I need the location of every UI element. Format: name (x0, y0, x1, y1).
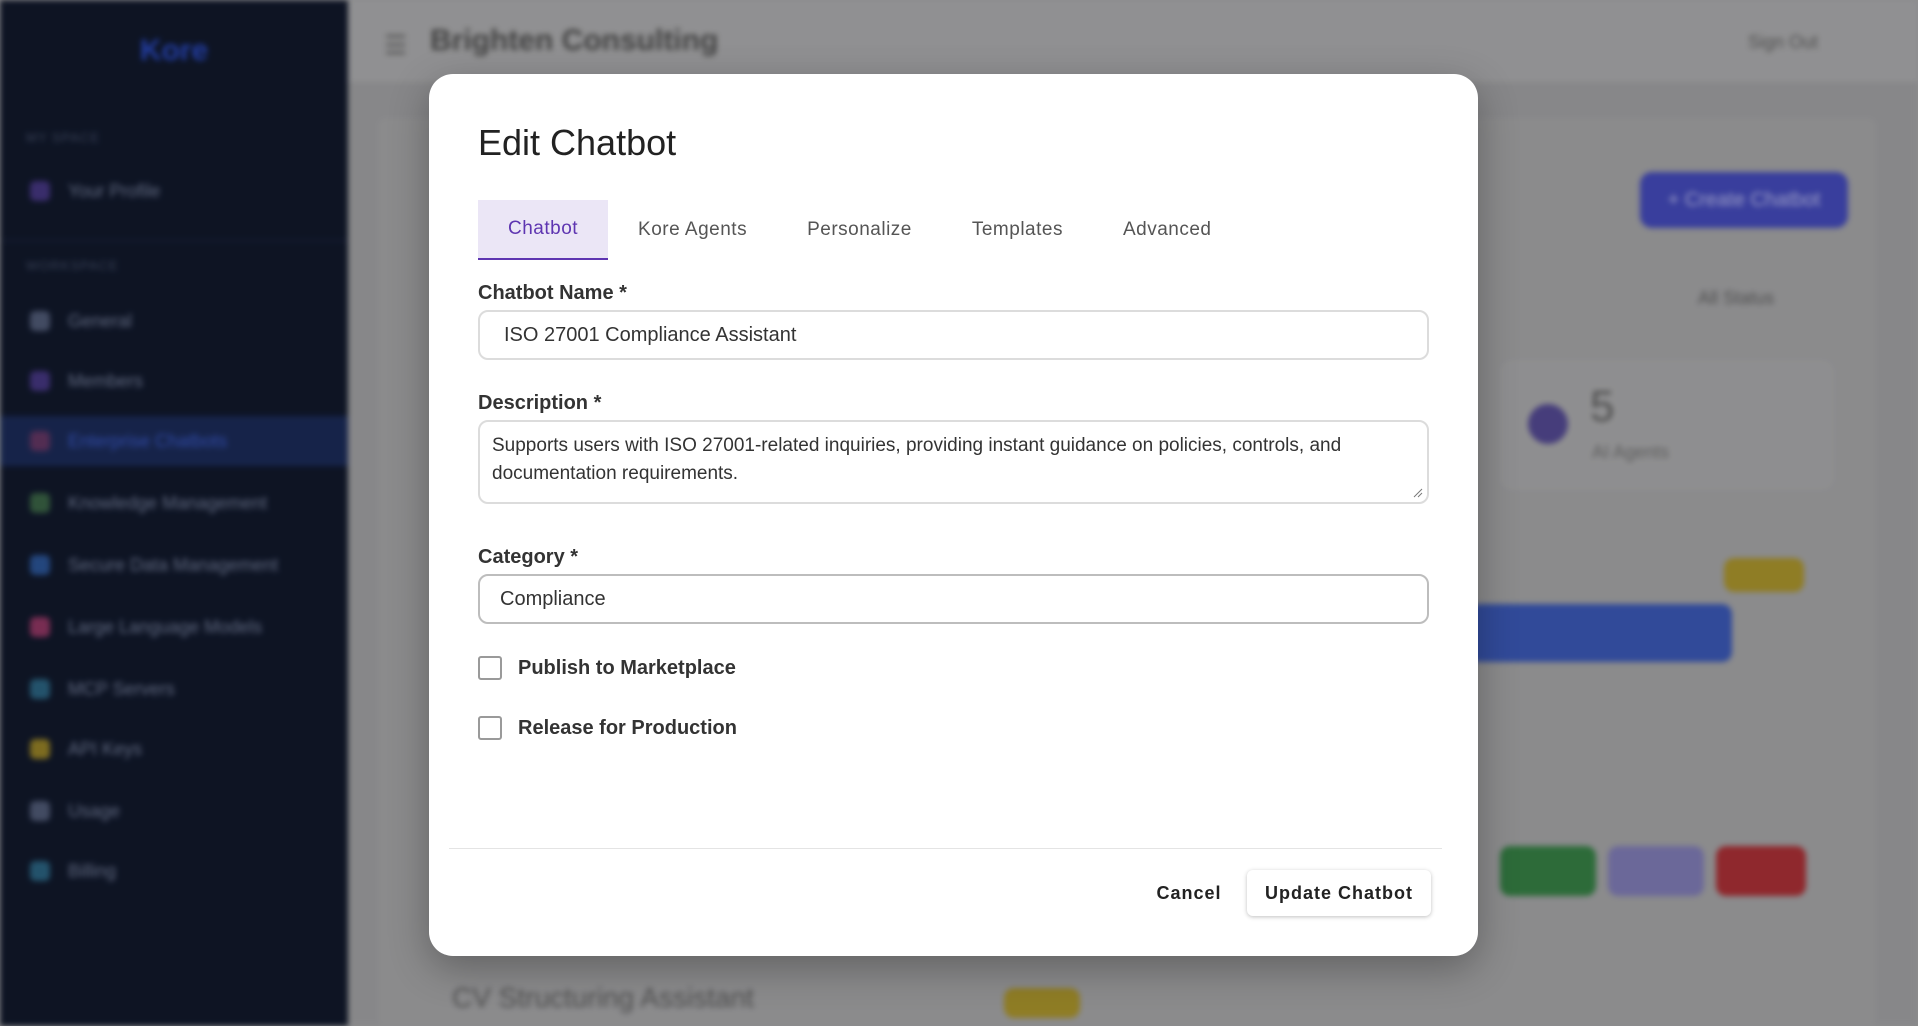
tab-chatbot[interactable]: Chatbot (478, 200, 609, 260)
category-field-wrapper (478, 574, 1429, 624)
chatbot-name-label: Chatbot Name * (478, 282, 627, 304)
tab-bar: Chatbot Kore Agents Personalize Template… (478, 200, 1241, 260)
description-textarea[interactable]: Supports users with ISO 27001-related in… (480, 422, 1427, 502)
chatbot-name-field-wrapper (478, 310, 1429, 360)
tab-advanced[interactable]: Advanced (1093, 200, 1242, 260)
tab-personalize[interactable]: Personalize (777, 200, 942, 260)
tab-templates[interactable]: Templates (942, 200, 1093, 260)
edit-chatbot-dialog: Edit Chatbot Chatbot Kore Agents Persona… (429, 74, 1478, 956)
publish-marketplace-option[interactable]: Publish to Marketplace (478, 656, 736, 680)
release-production-checkbox[interactable] (478, 716, 502, 740)
update-chatbot-button[interactable]: Update Chatbot (1247, 870, 1431, 916)
description-field-wrapper: Supports users with ISO 27001-related in… (478, 420, 1429, 504)
dialog-title: Edit Chatbot (478, 122, 677, 163)
release-production-option[interactable]: Release for Production (478, 716, 737, 740)
category-label: Category * (478, 546, 579, 568)
category-input[interactable] (480, 576, 1427, 622)
cancel-button[interactable]: Cancel (1129, 870, 1249, 916)
publish-marketplace-checkbox[interactable] (478, 656, 502, 680)
chatbot-name-input[interactable] (480, 312, 1427, 358)
description-label: Description * (478, 392, 602, 414)
resize-handle-icon[interactable] (1413, 488, 1423, 498)
release-production-label: Release for Production (518, 716, 737, 739)
tab-kore-agents[interactable]: Kore Agents (608, 200, 777, 260)
publish-marketplace-label: Publish to Marketplace (518, 656, 736, 679)
footer-divider (449, 848, 1442, 849)
